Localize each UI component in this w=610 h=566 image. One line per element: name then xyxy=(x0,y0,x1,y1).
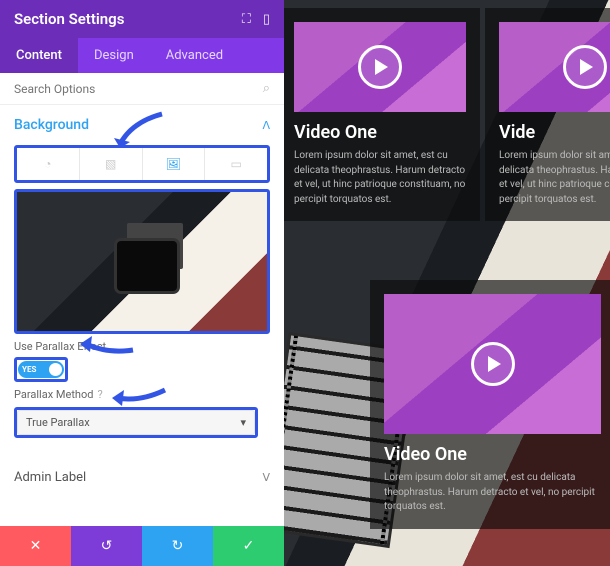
expand-icon[interactable]: ⛶ xyxy=(242,12,251,27)
play-icon[interactable] xyxy=(471,342,515,386)
page-preview: Video One Lorem ipsum dolor sit amet, es… xyxy=(284,0,610,566)
search-bar: ⌕ xyxy=(0,73,284,105)
tab-content[interactable]: Content xyxy=(0,38,78,73)
redo-button[interactable]: ↻ xyxy=(142,526,213,566)
tab-design[interactable]: Design xyxy=(78,38,150,73)
video-title: Vide xyxy=(499,122,610,143)
bg-image-tab[interactable]: 🖼 xyxy=(143,148,206,180)
parallax-toggle-highlight: YES xyxy=(14,357,68,382)
search-input[interactable] xyxy=(14,82,263,96)
parallax-toggle[interactable]: YES xyxy=(18,361,64,378)
play-icon[interactable] xyxy=(358,45,402,89)
tab-bar: Content Design Advanced xyxy=(0,38,284,73)
video-thumbnail[interactable] xyxy=(499,22,610,112)
parallax-effect-label: Use Parallax Effect xyxy=(14,340,270,353)
video-card: Vide Lorem ipsum dolor sit amet, est cu … xyxy=(485,8,610,221)
parallax-method-select[interactable]: True Parallax ▾ xyxy=(17,410,255,435)
bg-gradient-tab[interactable]: ▧ xyxy=(80,148,143,180)
chevron-up-icon: ᐱ xyxy=(262,119,270,132)
video-card: Video One Lorem ipsum dolor sit amet, es… xyxy=(370,280,610,529)
panel-body: Background ᐱ ◔ ▧ 🖼 ▭ Use Parallax Effect… xyxy=(0,105,284,526)
chevron-down-icon: ▾ xyxy=(240,416,246,429)
cancel-button[interactable]: ✕ xyxy=(0,526,71,566)
settings-panel: Section Settings ⛶ ▯ Content Design Adva… xyxy=(0,0,284,566)
accordion-background[interactable]: Background ᐱ xyxy=(14,105,270,145)
video-title: Video One xyxy=(294,122,466,143)
chevron-down-icon: ᐯ xyxy=(262,471,270,484)
snap-icon[interactable]: ▯ xyxy=(263,12,270,27)
background-image-preview[interactable] xyxy=(14,189,270,334)
undo-button[interactable]: ↺ xyxy=(71,526,142,566)
tab-advanced[interactable]: Advanced xyxy=(150,38,239,73)
help-icon[interactable]: ? xyxy=(97,388,102,401)
save-button[interactable]: ✓ xyxy=(213,526,284,566)
parallax-method-highlight: True Parallax ▾ xyxy=(14,407,258,438)
video-card: Video One Lorem ipsum dolor sit amet, es… xyxy=(284,8,480,221)
search-icon[interactable]: ⌕ xyxy=(263,81,270,96)
play-icon[interactable] xyxy=(563,45,607,89)
accordion-admin-label[interactable]: Admin Label ᐯ xyxy=(14,458,270,497)
panel-header: Section Settings ⛶ ▯ xyxy=(0,0,284,38)
panel-footer: ✕ ↺ ↻ ✓ xyxy=(0,526,284,566)
background-type-tabs: ◔ ▧ 🖼 ▭ xyxy=(14,145,270,183)
video-description: Lorem ipsum dolor sit amet, est cu delic… xyxy=(294,149,466,207)
header-icons: ⛶ ▯ xyxy=(242,12,270,27)
bg-video-tab[interactable]: ▭ xyxy=(205,148,267,180)
bg-color-tab[interactable]: ◔ xyxy=(17,148,80,180)
video-thumbnail[interactable] xyxy=(384,294,601,434)
video-description: Lorem ipsum dolor sit amet, est cu delic… xyxy=(384,471,601,515)
video-thumbnail[interactable] xyxy=(294,22,466,112)
video-title: Video One xyxy=(384,444,601,465)
panel-title: Section Settings xyxy=(14,10,124,28)
video-description: Lorem ipsum dolor sit amet, est cu delic… xyxy=(499,149,610,207)
parallax-method-label: Parallax Method? xyxy=(14,388,270,401)
